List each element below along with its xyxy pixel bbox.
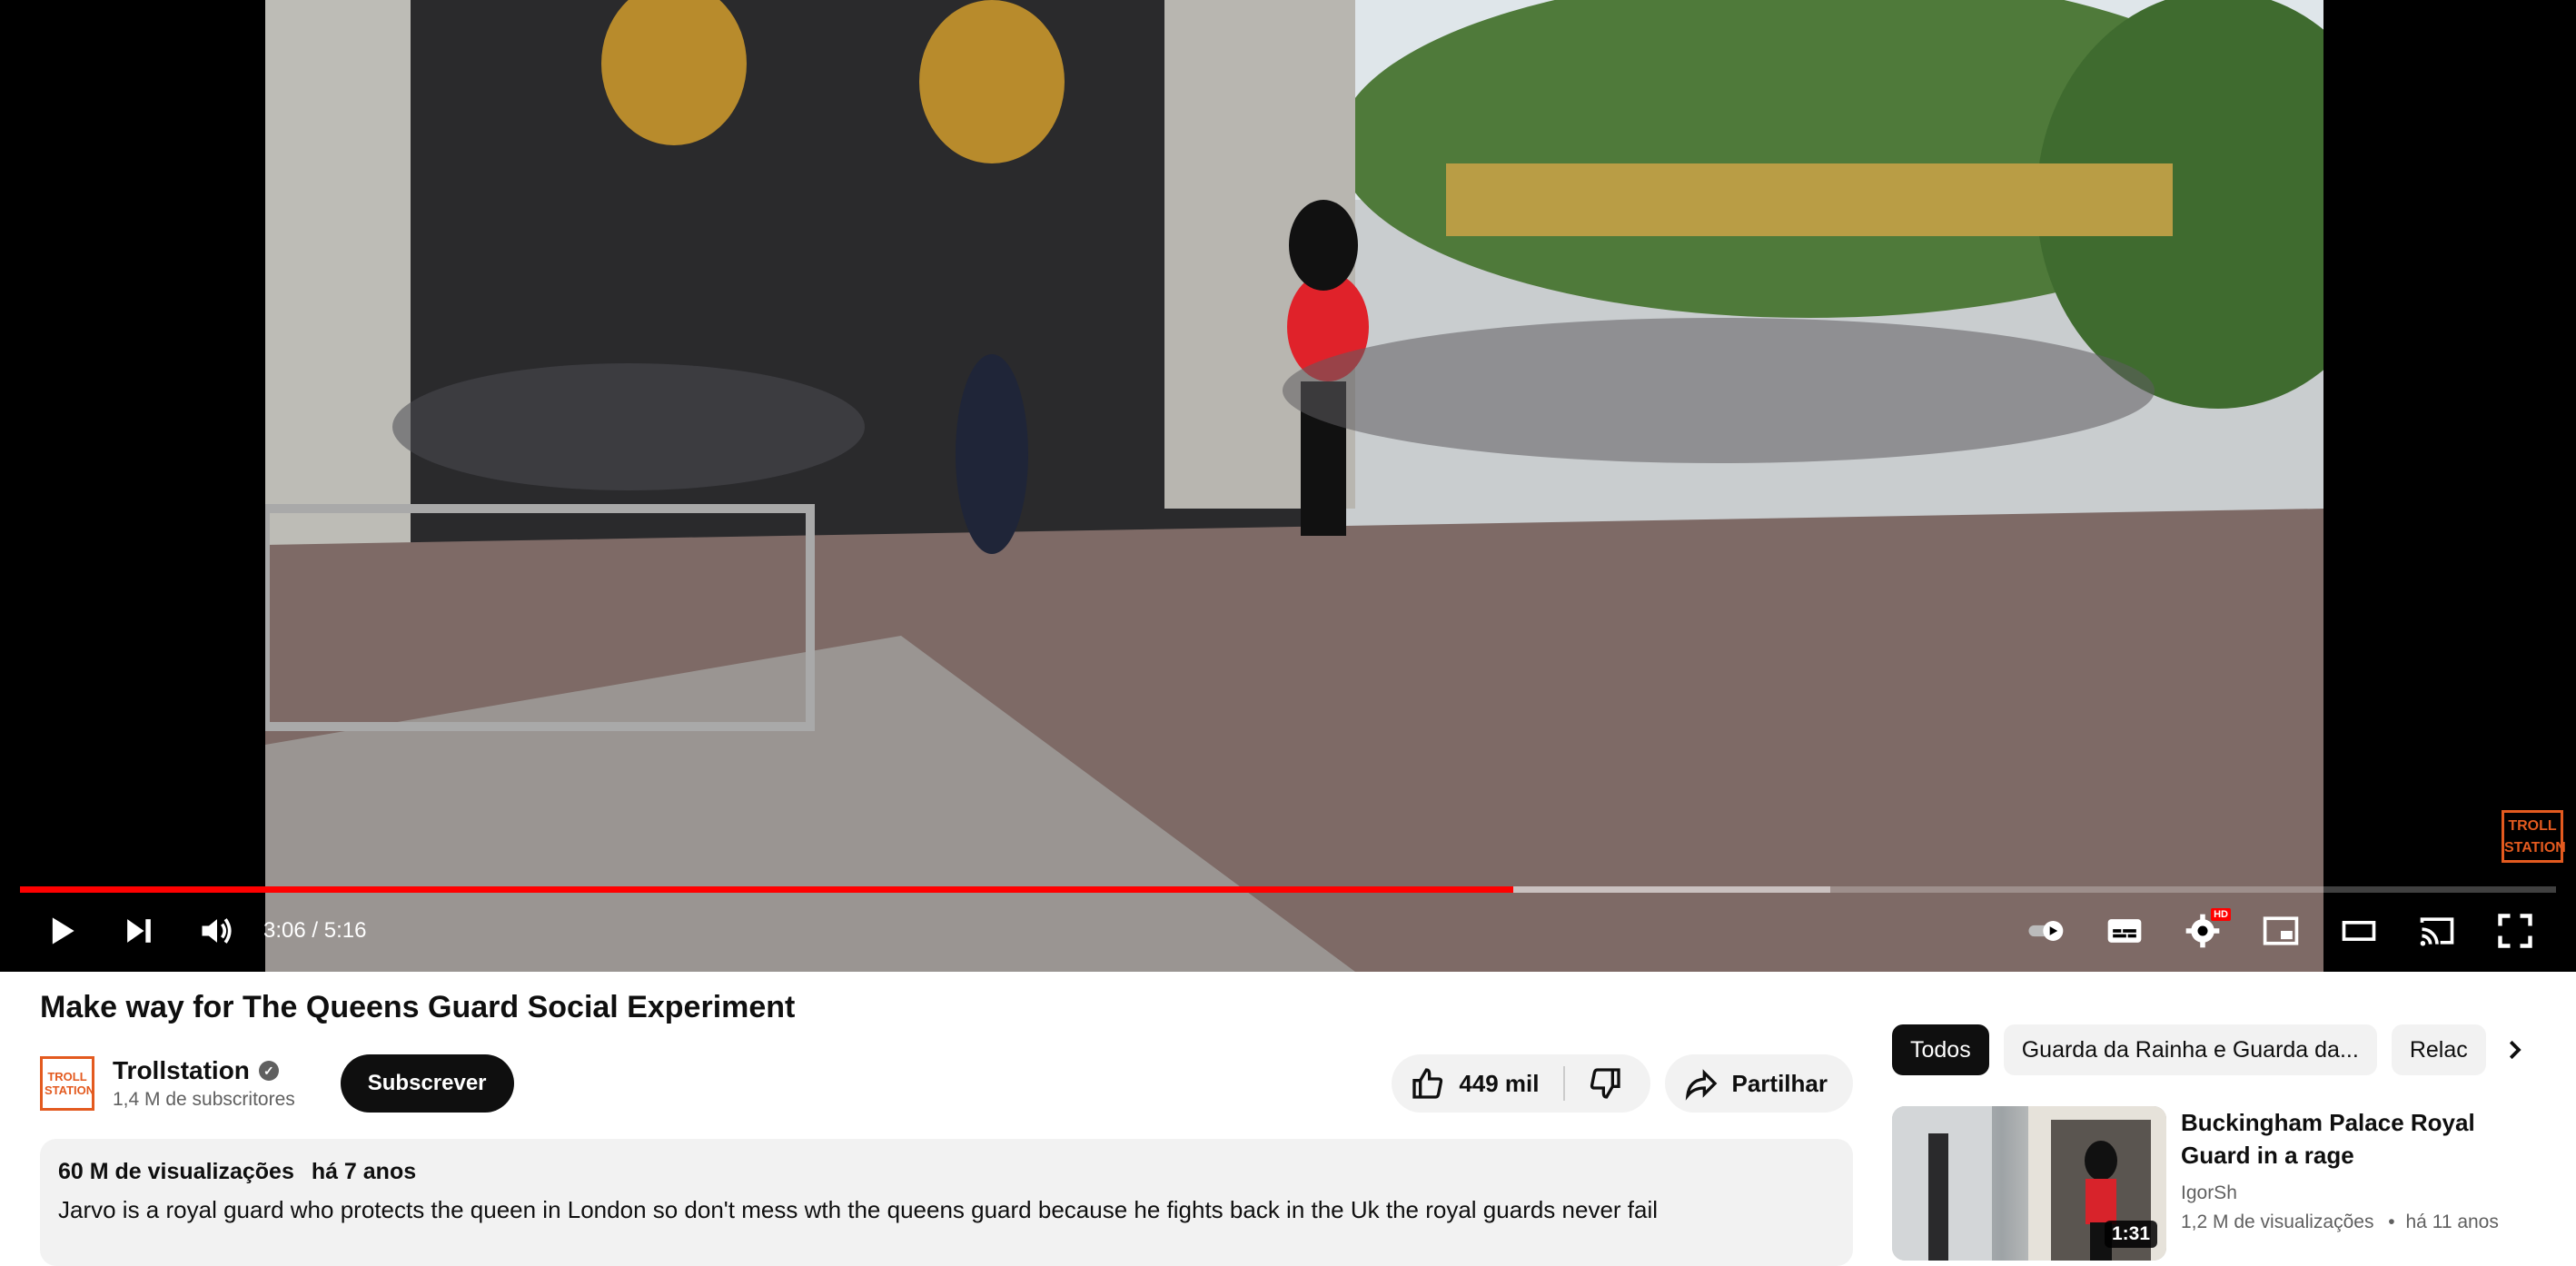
volume-icon — [202, 918, 232, 944]
upload-age: há 7 anos — [311, 1159, 417, 1184]
next-button[interactable] — [100, 899, 178, 963]
channel-name-row: Trollstation ✓ — [113, 1056, 295, 1085]
share-button[interactable]: Partilhar — [1664, 1054, 1853, 1113]
next-icon — [127, 919, 151, 943]
dislike-button[interactable] — [1565, 1054, 1650, 1113]
recommendation-age: há 11 anos — [2405, 1212, 2499, 1232]
video-frame[interactable] — [265, 0, 2323, 972]
chips-next-button[interactable] — [2489, 1024, 2540, 1075]
fullscreen-icon — [2498, 914, 2532, 948]
description-text: Jarvo is a royal guard who protects the … — [58, 1196, 1659, 1223]
miniplayer-button[interactable] — [2242, 899, 2320, 963]
channel-avatar[interactable]: TROLL STATION — [40, 1056, 94, 1111]
recommendation-views: 1,2 M de visualizações — [2181, 1212, 2374, 1232]
recommendation-channel[interactable]: IgorSh — [2181, 1182, 2544, 1204]
channel-name[interactable]: Trollstation — [113, 1056, 250, 1085]
action-buttons: 449 mil Partilhar — [1392, 1054, 1853, 1113]
autoplay-toggle[interactable] — [2007, 899, 2086, 963]
subtitles-button[interactable] — [2086, 899, 2164, 963]
description-box[interactable]: 60 M de visualizações há 7 anos Jarvo is… — [40, 1139, 1853, 1266]
channel-meta: Trollstation ✓ 1,4 M de subscritores — [113, 1056, 295, 1111]
recommendation-info: Buckingham Palace Royal Guard in a rage … — [2181, 1106, 2544, 1251]
subtitles-icon — [2107, 919, 2142, 943]
video-title: Make way for The Queens Guard Social Exp… — [40, 990, 796, 1024]
chip-queens-guard[interactable]: Guarda da Rainha e Guarda da... — [2003, 1024, 2377, 1075]
hd-badge: HD — [2211, 908, 2231, 921]
play-icon — [52, 917, 74, 945]
channel-watermark[interactable]: TROLL STATION — [2502, 810, 2566, 863]
share-icon — [1685, 1069, 1717, 1101]
stats-separator: • — [2388, 1212, 2395, 1232]
share-label: Partilhar — [1731, 1069, 1828, 1097]
recommendation-thumbnail[interactable]: 1:31 — [1892, 1106, 2166, 1261]
progress-played — [20, 886, 1514, 893]
video-scene — [265, 0, 2323, 972]
autoplay-toggle-icon — [2028, 921, 2064, 941]
thumbs-down-icon — [1590, 1068, 1620, 1099]
theater-mode-button[interactable] — [2320, 899, 2398, 963]
theater-icon — [2342, 921, 2376, 941]
cast-button[interactable] — [2398, 899, 2476, 963]
progress-bar[interactable] — [20, 886, 2556, 893]
like-count: 449 mil — [1459, 1069, 1540, 1097]
channel-avatar-text: TROLL STATION — [45, 1070, 95, 1097]
player-controls: 3:06 / 5:16 HD — [0, 899, 2576, 963]
recommendation-item[interactable]: 1:31 Buckingham Palace Royal Guard in a … — [1892, 1106, 2564, 1261]
like-dislike-group: 449 mil — [1392, 1054, 1650, 1113]
video-player[interactable]: TROLL STATION 3:06 / 5:16 HD — [0, 0, 2576, 972]
play-button[interactable] — [22, 899, 100, 963]
cast-icon — [2420, 917, 2454, 946]
volume-button[interactable] — [178, 899, 256, 963]
view-count: 60 M de visualizações — [58, 1159, 294, 1184]
settings-button[interactable]: HD — [2164, 899, 2242, 963]
subscriber-count: 1,4 M de subscritores — [113, 1089, 295, 1110]
verified-icon: ✓ — [258, 1061, 279, 1081]
recommendation-stats: 1,2 M de visualizações • há 11 anos — [2181, 1212, 2544, 1233]
thumbs-up-icon — [1412, 1068, 1443, 1099]
description-meta: 60 M de visualizações há 7 anos — [58, 1159, 1835, 1185]
chip-all[interactable]: Todos — [1892, 1024, 1989, 1075]
subscribe-button[interactable]: Subscrever — [340, 1054, 514, 1113]
recommendation-title[interactable]: Buckingham Palace Royal Guard in a rage — [2181, 1106, 2544, 1172]
fullscreen-button[interactable] — [2476, 899, 2554, 963]
time-display: 3:06 / 5:16 — [263, 918, 367, 943]
miniplayer-icon — [2263, 916, 2299, 945]
filter-chips: Todos Guarda da Rainha e Guarda da... Re… — [1892, 1024, 2528, 1075]
video-duration: 1:31 — [2104, 1221, 2157, 1248]
like-button[interactable]: 449 mil — [1392, 1054, 1562, 1113]
chip-related[interactable]: Relac — [2391, 1024, 2486, 1075]
chevron-right-icon — [2509, 1040, 2522, 1060]
channel-row: TROLL STATION Trollstation ✓ 1,4 M de su… — [40, 1052, 1853, 1115]
